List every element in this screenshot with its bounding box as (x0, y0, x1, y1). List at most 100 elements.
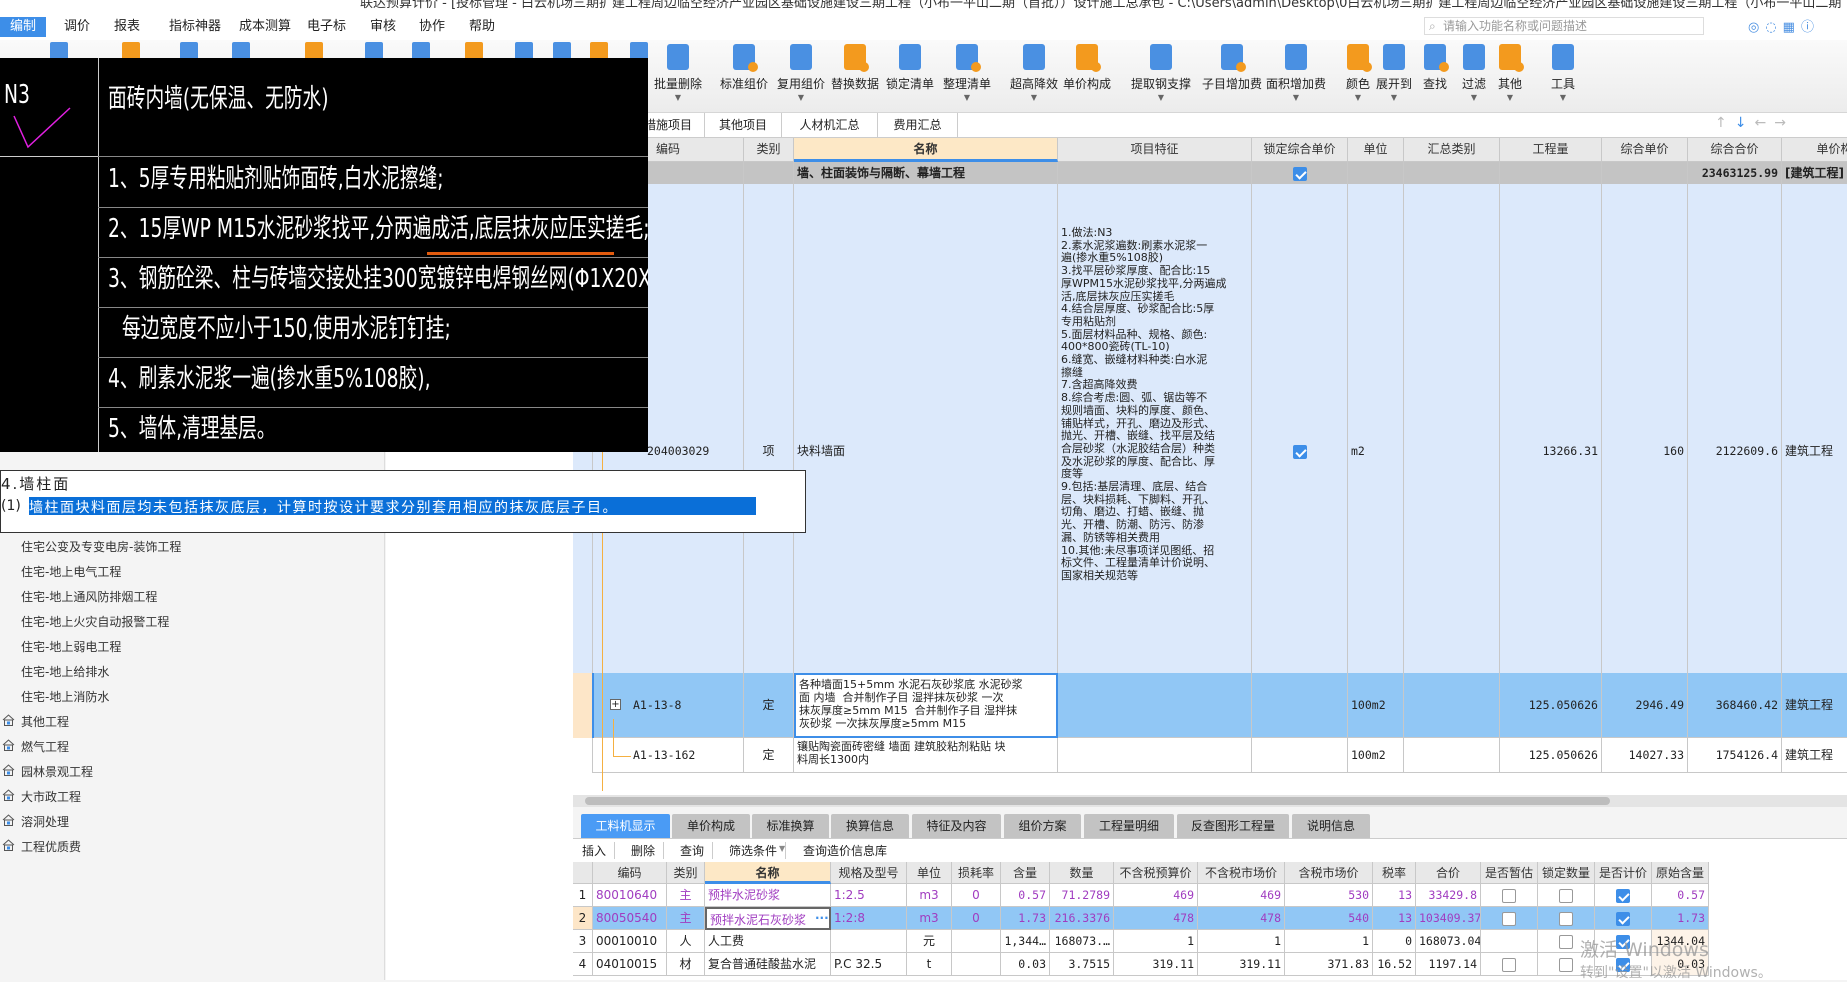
toolbar-button-标准组价[interactable]: 标准组价 (712, 44, 776, 92)
tree-item-其他工程[interactable]: 其他工程 (2, 713, 70, 730)
toolbar-button-面积增加费[interactable]: 面积增加费 ▼ (1264, 44, 1328, 102)
resource-cell[interactable]: 预拌水泥石灰砂浆 (705, 907, 831, 930)
bottom-tab-特征及内容[interactable]: 特征及内容 (912, 814, 1001, 838)
item-name[interactable]: 各种墙面15+5mm 水泥石灰砂浆底 水泥砂浆 面 内墙 合并制作子目 湿拌抹灰… (794, 673, 1058, 738)
resource-cell: 2 (573, 907, 593, 930)
menu-审核[interactable]: 审核 (364, 17, 402, 37)
toolbar-button-锁定清单[interactable]: 锁定清单 (878, 44, 942, 92)
bottom-tool-查询[interactable]: 查询 (680, 842, 714, 859)
checkbox[interactable] (1559, 888, 1573, 903)
bottom-tab-组价方案[interactable]: 组价方案 (1004, 814, 1081, 838)
resource-cell: 人工费 (705, 930, 831, 953)
bottom-tab-说明信息[interactable]: 说明信息 (1292, 814, 1370, 838)
column-header-综合合价: 综合合价 (1688, 138, 1782, 162)
bottom-toolbar: 插入 删除 查询 筛选条件 ▼ 查询造价信息库 (573, 839, 1847, 862)
lock-checkbox[interactable] (1292, 166, 1307, 181)
resource-cell (1595, 907, 1652, 930)
resource-cell: 1:2.5 (831, 884, 907, 907)
menu-协作[interactable]: 协作 (413, 17, 451, 37)
checkbox[interactable] (1502, 957, 1516, 972)
bottom-tab-工程量明细[interactable]: 工程量明细 (1084, 814, 1174, 838)
menu-编制[interactable]: 编制 (0, 17, 46, 37)
watermark-line1: 激活 Windows (1580, 939, 1709, 961)
tree-sub-item[interactable]: 住宅-地上弱电工程 (21, 638, 121, 655)
tree-sub-item[interactable]: 住宅公变及专变电房-装饰工程 (21, 538, 181, 555)
tree-item-溶洞处理[interactable]: 溶洞处理 (2, 813, 69, 830)
group-cell (1252, 162, 1348, 184)
tree-item-大市政工程[interactable]: 大市政工程 (2, 788, 81, 805)
tree-sub-item[interactable]: 住宅-地上火灾自动报警工程 (21, 613, 169, 630)
column-header-损耗率: 损耗率 (952, 862, 1001, 884)
resource-cell: 469 (1114, 884, 1198, 907)
tab-人材机汇总[interactable]: 人材机汇总 (782, 113, 878, 137)
bottom-tool-查询造价信息库[interactable]: 查询造价信息库 (803, 842, 895, 859)
tree-sub-item[interactable]: 住宅-地上消防水 (21, 688, 109, 705)
bottom-tab-换算信息[interactable]: 换算信息 (831, 814, 909, 838)
menu-报表[interactable]: 报表 (108, 17, 146, 37)
item-quantity: 125.050626 (1500, 738, 1602, 773)
menu-电子标[interactable]: 电子标 (301, 17, 352, 37)
cad-text-line: 5、墙体,清理基层。 (108, 414, 276, 444)
menu-成本测算[interactable]: 成本测算 (233, 17, 297, 37)
cad-text-line: 1、5厚专用粘贴剂贴饰面砖,白水泥擦缝; (108, 164, 444, 194)
menu-帮助[interactable]: 帮助 (463, 17, 501, 37)
bottom-tab-工料机显示[interactable]: 工料机显示 (581, 814, 670, 838)
checkbox[interactable] (1502, 888, 1516, 903)
horizontal-scrollbar[interactable] (573, 795, 1847, 807)
resource-cell: 预拌水泥砂浆 (705, 884, 831, 907)
resource-cell (952, 953, 1001, 976)
checkbox[interactable] (1559, 957, 1573, 972)
tree-item-园林景观工程[interactable]: 园林景观工程 (2, 763, 93, 780)
search-input[interactable]: 请输入功能名称或问题描述 ⌕ (1424, 17, 1704, 35)
tree-sub-item[interactable]: 住宅-地上给排水 (21, 663, 109, 680)
resource-cell (1481, 884, 1538, 907)
cad-rule (98, 156, 648, 157)
item-total: 1754126.4 (1688, 738, 1782, 773)
bottom-tab-反查图形工程量[interactable]: 反查图形工程量 (1177, 814, 1289, 838)
help-icons[interactable]: ◎◌▦ⓘ (1748, 16, 1843, 36)
bottom-tool-筛选条件[interactable]: 筛选条件 (729, 842, 787, 859)
scrollbar-thumb[interactable] (585, 797, 1610, 805)
checkbox[interactable] (1502, 911, 1516, 926)
toolbar-button-整理清单[interactable]: 整理清单 ▼ (935, 44, 999, 102)
toolbar-button-子目增加费[interactable]: 子目增加费 (1200, 44, 1264, 92)
tree-sub-item[interactable]: 住宅-地上电气工程 (21, 563, 121, 580)
lock-checkbox[interactable] (1292, 444, 1307, 459)
row-indicator[interactable] (573, 673, 593, 738)
toolbar-button-单价构成[interactable]: 单价构成 (1055, 44, 1119, 92)
resource-cell: 469 (1198, 884, 1285, 907)
toolbar-button-工具[interactable]: 工具 ▼ (1531, 44, 1595, 102)
bottom-tab-标准换算[interactable]: 标准换算 (752, 814, 829, 838)
row-indicator[interactable] (573, 738, 593, 773)
orange-underline (427, 252, 614, 255)
checkbox[interactable] (1616, 911, 1630, 926)
group-cell: 23463125.99 (1688, 162, 1782, 184)
checkbox[interactable] (1616, 888, 1630, 903)
expand-icon[interactable]: + (610, 699, 621, 710)
tree-item-label: 其他工程 (21, 715, 70, 729)
resource-cell: 1.73 (1652, 907, 1709, 930)
resource-cell: 540 (1285, 907, 1373, 930)
tab-其他项目[interactable]: 其他项目 (705, 113, 782, 137)
tree-item-燃气工程[interactable]: 燃气工程 (2, 738, 69, 755)
cad-divider (98, 58, 99, 452)
resource-cell: 1 (1114, 930, 1198, 953)
menu-指标神器[interactable]: 指标神器 (163, 17, 227, 37)
checkbox[interactable] (1559, 934, 1573, 949)
bottom-tab-单价构成[interactable]: 单价构成 (672, 814, 750, 838)
menu-调价[interactable]: 调价 (58, 17, 96, 37)
toolbar-button-提取钢支撑[interactable]: 提取钢支撑 ▼ (1129, 44, 1193, 102)
item-total: 2122609.6 (1688, 184, 1782, 719)
nav-arrows-icon[interactable]: ↑↓←→ (1715, 115, 1794, 131)
item-unit-price: 2946.49 (1602, 673, 1688, 738)
checkbox[interactable] (1559, 911, 1573, 926)
tree-sub-item[interactable]: 住宅-地上通风防排烟工程 (21, 588, 157, 605)
tab-费用汇总[interactable]: 费用汇总 (878, 113, 958, 137)
bottom-tool-删除[interactable]: 删除 (631, 842, 665, 859)
house-icon (2, 814, 15, 826)
more-icon[interactable]: ··· (815, 911, 829, 925)
toolbar-button-批量删除[interactable]: 批量删除 ▼ (646, 44, 710, 102)
popup-selected-text[interactable]: 墙柱面块料面层均未包括抹灰底层，计算时按设计要求分别套用相应的抹灰底层子目。 (29, 497, 756, 515)
tree-item-工程优质费[interactable]: 工程优质费 (2, 838, 81, 855)
bottom-tool-插入[interactable]: 插入 (582, 842, 616, 859)
